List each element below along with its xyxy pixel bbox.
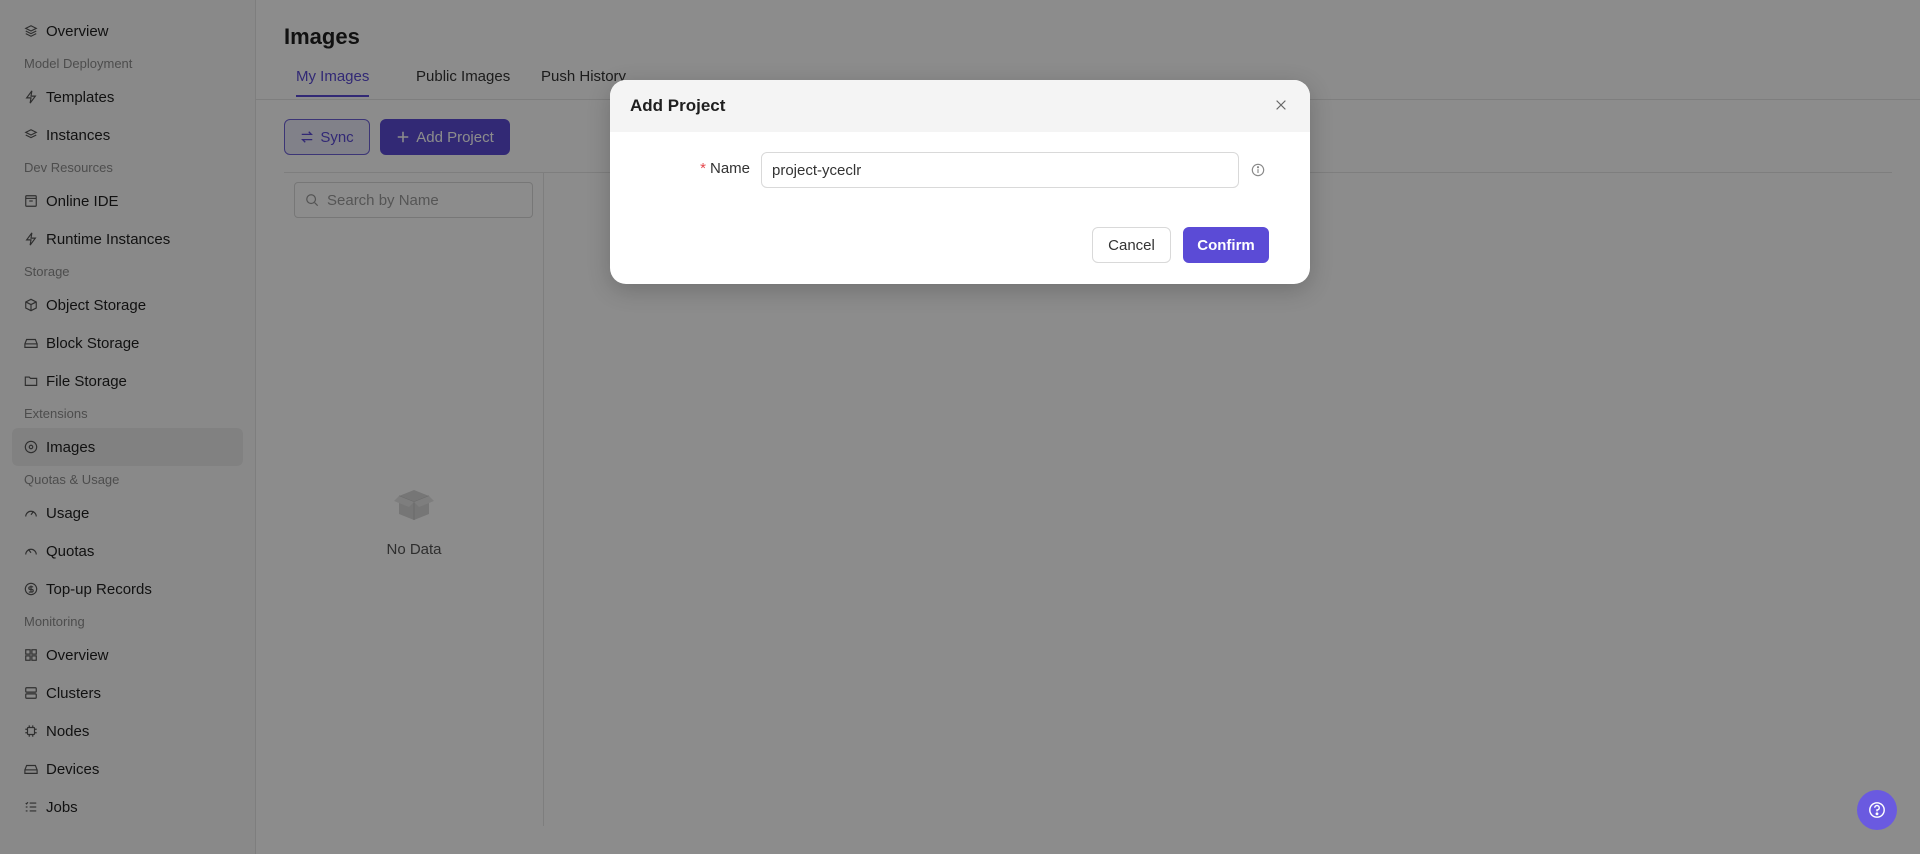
name-field-row: * Name [610, 152, 1310, 188]
modal-title: Add Project [630, 96, 726, 115]
close-icon[interactable] [1274, 98, 1290, 114]
confirm-button[interactable]: Confirm [1183, 227, 1269, 263]
name-field-label: * Name [700, 160, 750, 177]
modal-header: Add Project [610, 80, 1310, 132]
help-icon [1869, 802, 1885, 818]
project-name-input[interactable] [761, 152, 1239, 188]
add-project-modal: Add Project *Name Cancel Confirm [610, 80, 1310, 284]
info-icon[interactable] [1251, 163, 1265, 177]
name-label-text: Name [709, 160, 750, 177]
help-button[interactable] [1857, 790, 1897, 830]
cancel-button[interactable]: Cancel [1092, 227, 1171, 263]
required-marker: * [700, 160, 706, 177]
